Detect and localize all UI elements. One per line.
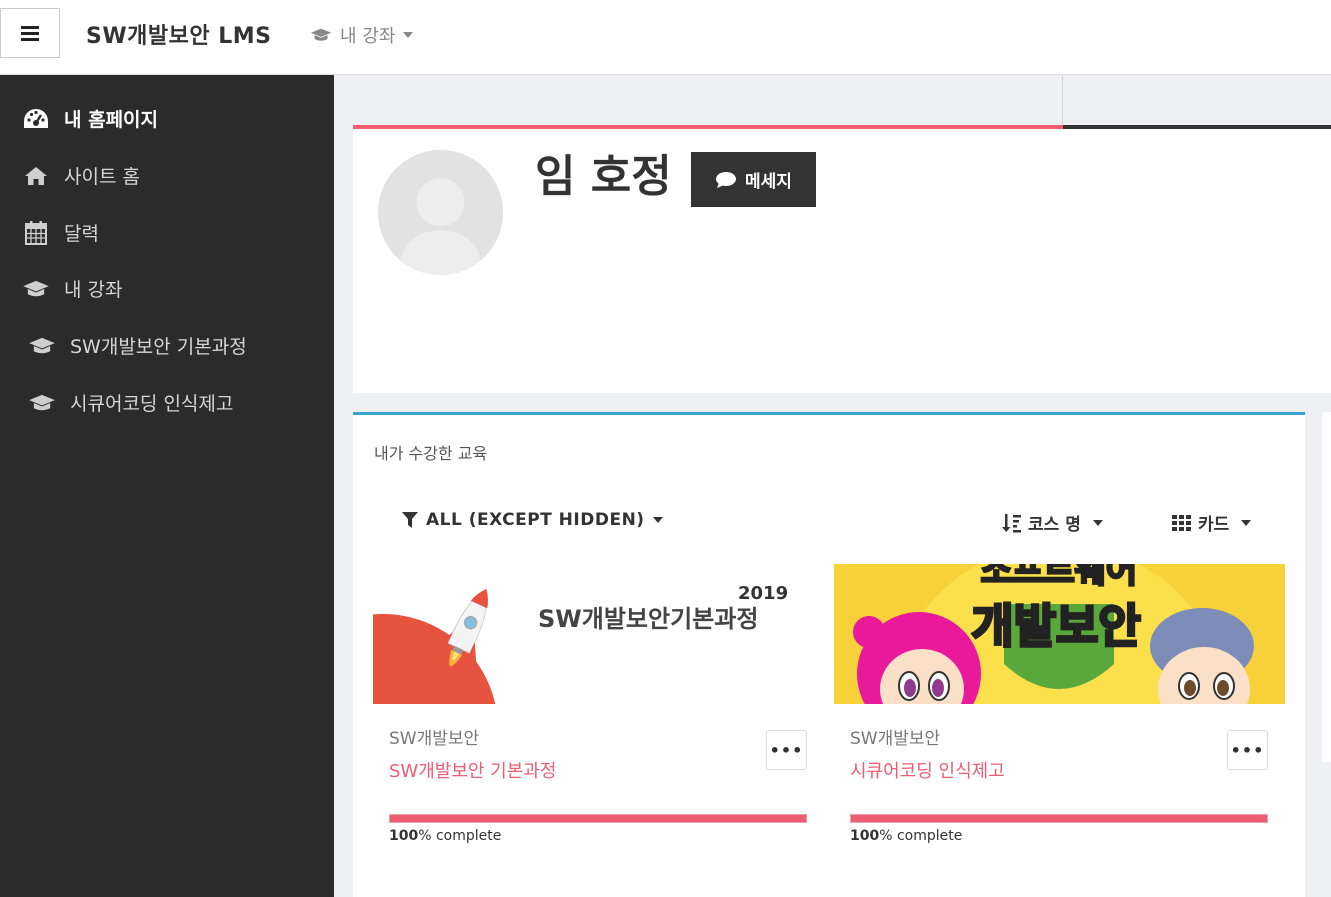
banner-top-text: 소프트웨어 [981,564,1137,591]
filter-icon [402,512,418,528]
sort-alpha-icon [1002,513,1021,532]
chevron-down-icon [403,32,414,38]
message-button[interactable]: 메세지 [691,152,816,207]
avatar[interactable] [378,150,503,275]
profile-accent-bar [353,125,1063,129]
progress-fill [390,815,806,822]
site-title[interactable]: SW개발보안 LMS [86,18,272,50]
grid-icon [1172,514,1191,531]
sidebar-item-course-secure-coding[interactable]: 시큐어코딩 인식제고 [28,389,233,416]
sidebar-item-dashboard[interactable]: 내 홈페이지 [22,105,158,132]
hamburger-icon [21,26,39,41]
sidebar-item-label: 내 홈페이지 [64,109,159,131]
chevron-down-icon [1241,519,1252,526]
comment-icon [716,171,737,188]
sidebar-item-label: SW개발보안 기본과정 [70,336,247,358]
filter-label: ALL (EXCEPT HIDDEN) [426,510,645,530]
progress-fill [851,815,1267,822]
user-placeholder-icon [378,150,503,275]
course-card: 소프트웨어 개발보안 SW개발보안 시큐어코딩 인식제고 ••• 100% co… [834,564,1285,854]
sort-dropdown[interactable]: 코스 명 [1002,510,1103,535]
sidebar-item-label: 달력 [64,223,99,245]
progress-text: 100% complete [389,828,501,844]
progress-bar [389,814,807,823]
profile-card [353,125,1331,393]
sidebar: 내 홈페이지 사이트 홈 달력 내 강좌 SW개발보안 기본과정 시큐어코딩 인… [0,75,334,897]
home-icon [22,163,50,189]
banner-title: SW개발보안기본과정 [538,605,758,633]
progress-percent: 100 [850,828,880,844]
profile-accent-bar-dark [1063,125,1331,129]
course-category: SW개발보안 [850,729,941,749]
progress-text: 100% complete [850,828,962,844]
courses-accent-bar [353,412,1305,415]
side-panel-edge [1322,412,1331,762]
sidebar-item-calendar[interactable]: 달력 [22,219,99,246]
banner-year: 2019 [738,583,788,604]
view-mode-dropdown[interactable]: 카드 [1172,510,1252,535]
chevron-down-icon [652,517,663,523]
my-courses-label: 내 강좌 [340,26,396,47]
graduation-cap-icon [22,276,50,302]
progress-bar [850,814,1268,823]
sidebar-item-my-courses[interactable]: 내 강좌 [22,275,122,302]
sort-label: 코스 명 [1028,515,1081,535]
calendar-icon [22,220,50,246]
sidebar-item-site-home[interactable]: 사이트 홈 [22,162,140,189]
sidebar-item-label: 시큐어코딩 인식제고 [70,393,234,415]
page-header-area [353,76,1331,126]
user-full-name: 임 호정 [535,151,672,202]
my-courses-dropdown[interactable]: 내 강좌 [310,22,414,48]
course-category: SW개발보안 [389,729,480,749]
view-label: 카드 [1198,515,1230,535]
course-image[interactable]: 소프트웨어 개발보안 [834,564,1285,704]
graduation-cap-icon [28,390,56,416]
course-actions-button[interactable]: ••• [1227,730,1268,770]
graduation-cap-icon [28,333,56,359]
course-actions-button[interactable]: ••• [766,730,807,770]
block-title: 내가 수강한 교육 [374,444,488,463]
progress-suffix: % complete [879,828,963,844]
graduation-cap-icon [310,28,332,41]
course-card: 2019 SW개발보안기본과정 SW개발보안 SW개발보안 기본과정 ••• 1… [373,564,824,854]
divider [1062,76,1063,126]
message-button-label: 메세지 [745,172,792,192]
chevron-down-icon [1092,519,1103,526]
top-navbar: SW개발보안 LMS 내 강좌 [0,0,1331,75]
course-name-link[interactable]: 시큐어코딩 인식제고 [850,757,1005,783]
dashboard-icon [22,106,50,132]
progress-suffix: % complete [418,828,502,844]
banner-title: 개발보안 [971,599,1140,653]
sidebar-item-label: 내 강좌 [64,279,123,301]
grouping-filter-dropdown[interactable]: ALL (EXCEPT HIDDEN) [402,510,663,530]
progress-percent: 100 [389,828,419,844]
course-name-link[interactable]: SW개발보안 기본과정 [389,757,556,783]
sidebar-item-label: 사이트 홈 [64,166,140,188]
course-image[interactable]: 2019 SW개발보안기본과정 [373,564,824,704]
sidebar-item-course-basic[interactable]: SW개발보안 기본과정 [28,332,247,359]
menu-toggle-button[interactable] [0,8,60,58]
